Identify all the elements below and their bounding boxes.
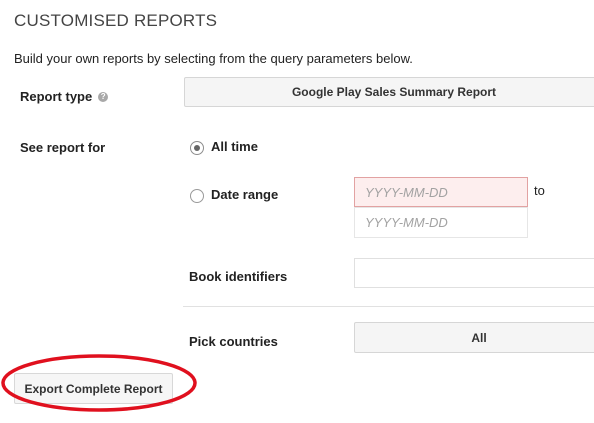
all-time-label[interactable]: All time bbox=[211, 139, 258, 154]
date-to-label: to bbox=[534, 183, 545, 198]
date-range-label[interactable]: Date range bbox=[211, 187, 278, 202]
book-identifiers-input[interactable] bbox=[354, 258, 594, 288]
report-type-select[interactable]: Google Play Sales Summary Report bbox=[184, 77, 594, 107]
section-divider bbox=[183, 306, 594, 307]
help-icon[interactable]: ? bbox=[98, 91, 109, 102]
book-identifiers-label: Book identifiers bbox=[189, 269, 288, 284]
export-complete-report-button[interactable]: Export Complete Report bbox=[14, 373, 173, 404]
pick-countries-selected-value: All bbox=[471, 330, 487, 345]
all-time-radio[interactable] bbox=[190, 141, 204, 155]
report-type-selected-value: Google Play Sales Summary Report bbox=[291, 85, 497, 99]
page-title: CUSTOMISED REPORTS bbox=[14, 11, 218, 30]
report-type-label-text: Report type bbox=[20, 89, 93, 104]
export-button-label: Export Complete Report bbox=[24, 381, 163, 396]
report-type-label: Report type? bbox=[20, 89, 109, 104]
date-range-radio[interactable] bbox=[190, 189, 204, 203]
pick-countries-label: Pick countries bbox=[189, 334, 278, 349]
page-subtitle: Build your own reports by selecting from… bbox=[14, 51, 413, 66]
date-to-input[interactable] bbox=[354, 207, 528, 238]
pick-countries-select[interactable]: All bbox=[354, 322, 594, 353]
date-from-input[interactable] bbox=[354, 177, 528, 207]
see-report-for-label: See report for bbox=[20, 140, 106, 155]
